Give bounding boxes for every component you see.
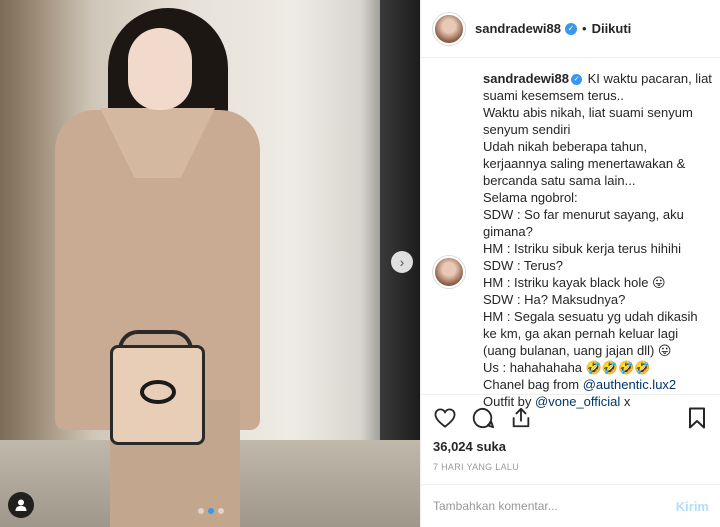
next-photo-button[interactable]: › [391,251,413,273]
like-heart-icon[interactable] [433,406,457,430]
caption-line-17: Us : hahahahaha 🤣🤣🤣🤣 [483,360,651,375]
follow-status-button[interactable]: Diikuti [592,21,632,36]
carousel-dot [218,508,224,514]
verified-badge-icon: ✓ [565,22,577,35]
caption-line-12: HM : Istriku kayak black hole 😛 [483,275,666,290]
caption-author-avatar[interactable] [433,256,465,288]
caption-line-16: (uang bulanan, uang jajan dll) 😛 [483,343,672,358]
caption-username[interactable]: sandradewi88 [483,71,569,86]
caption-line-4: Udah nikah beberapa tahun, [483,139,648,154]
post-header: sandradewi88 ✓ • Diikuti [421,0,720,58]
header-bullet: • [582,21,587,36]
caption-verified-icon: ✓ [571,74,582,86]
caption-line-15: ke km, ga akan pernah keluar lagi [483,326,679,341]
post-timestamp[interactable]: 7 HARI YANG LALU [433,462,709,472]
comment-bar: Kirim [421,484,720,527]
action-bar [433,403,709,433]
caption-line-0: KI waktu pacaran, liat [587,71,712,86]
carousel-dot [198,508,204,514]
bookmark-icon[interactable] [685,406,709,430]
caption-line-3: senyum sendiri [483,122,571,137]
author-username[interactable]: sandradewi88 [475,21,561,36]
carousel-dot-active [208,508,214,514]
post-photo[interactable]: › [0,0,420,527]
author-avatar[interactable] [433,12,465,45]
caption-row: sandradewi88 ✓ KI waktu pacaran, liat sua… [433,70,713,410]
caption-text: sandradewi88 ✓ KI waktu pacaran, liat sua… [483,70,713,410]
bag-mention-link[interactable]: @authentic.lux2 [583,377,676,392]
share-icon[interactable] [509,406,533,430]
photo-bag-logo [140,380,176,404]
post-sidebar: sandradewi88 ✓ • Diikuti sandradewi88 ✓ K… [420,0,720,527]
caption-bag-line: Chanel bag from @authentic.lux2 [483,376,713,393]
caption-line-13: SDW : Ha? Maksudnya? [483,292,626,307]
photo-person-face [128,28,192,110]
caption-line-11: SDW : Terus? [483,258,563,273]
caption-line-10: HM : Istriku sibuk kerja terus hihihi [483,241,681,256]
likes-count[interactable]: 36,024 suka [433,439,709,454]
comment-input[interactable] [433,499,668,513]
caption-line-9: gimana? [483,224,533,239]
caption-line-14: HM : Segala sesuatu yg udah dikasih [483,309,698,324]
caption-line-6: bercanda satu sama lain... [483,173,636,188]
caption-line: sandradewi88 ✓ KI waktu pacaran, liat [483,70,713,87]
caption-bag-prefix: Chanel bag from [483,377,583,392]
caption-line-7: Selama ngobrol: [483,190,578,205]
caption-section: sandradewi88 ✓ KI waktu pacaran, liat sua… [433,70,713,410]
carousel-indicator [198,508,224,514]
caption-line-1: suami kesemsem terus.. [483,88,624,103]
caption-line-8: SDW : So far menurut sayang, aku [483,207,684,222]
post-actions: 36,024 suka 7 HARI YANG LALU [421,394,720,472]
caption-line-5: kerjaannya saling menertawakan & [483,156,686,171]
comment-bubble-icon[interactable] [471,406,495,430]
caption-line-2: Waktu abis nikah, liat suami senyum [483,105,693,120]
user-tag-icon[interactable] [8,492,34,518]
post-comment-button[interactable]: Kirim [676,499,709,514]
